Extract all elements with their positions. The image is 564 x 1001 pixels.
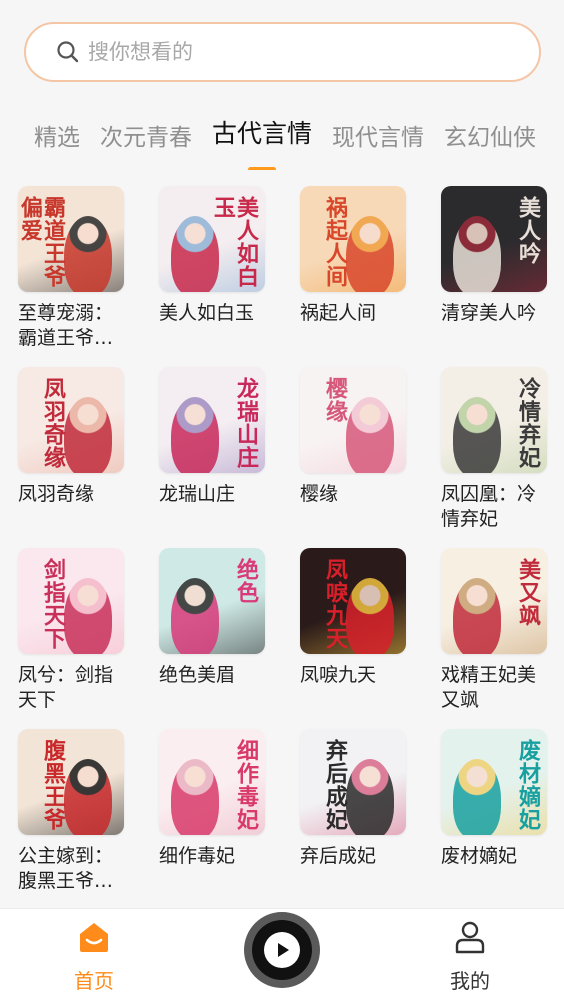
book-title[interactable]: 绝色美眉: [159, 663, 267, 688]
book-cover[interactable]: 剑指天下: [18, 548, 124, 654]
cover-title-art: 绝色: [233, 558, 259, 604]
book-title[interactable]: 废材嫡妃: [441, 844, 549, 869]
book-item[interactable]: 美人吟清穿美人吟: [441, 186, 547, 367]
book-item[interactable]: 美人如白玉 美人如白玉: [159, 186, 265, 367]
cover-figure-illustration: [346, 216, 394, 292]
book-item[interactable]: 龙瑞山庄 龙瑞山庄: [159, 367, 265, 548]
book-item[interactable]: 凤唳九天 凤唳九天: [300, 548, 406, 729]
book-item[interactable]: 废材嫡妃 废材嫡妃: [441, 729, 547, 910]
cover-figure-illustration: [64, 397, 112, 473]
tab-2[interactable]: 古代言情: [212, 110, 312, 150]
home-icon: [80, 923, 108, 952]
cover-title-art: 龙瑞山庄: [233, 377, 259, 469]
cover-figure-illustration: [171, 578, 219, 654]
cover-title-art: 细作毒妃: [233, 739, 259, 831]
book-title[interactable]: 樱缘: [300, 482, 408, 507]
tab-0[interactable]: 精选: [34, 110, 80, 152]
cover-figure-illustration: [64, 216, 112, 292]
book-title[interactable]: 美人如白玉: [159, 301, 267, 326]
cover-title-art: 废材嫡妃: [515, 739, 541, 831]
cover-title-art: 弃后成妃: [322, 739, 348, 831]
book-cover[interactable]: 霸道王爷偏爱: [18, 186, 124, 292]
book-item[interactable]: 樱缘 樱缘: [300, 367, 406, 548]
book-item[interactable]: 绝色绝色美眉: [159, 548, 265, 729]
nav-home[interactable]: 首页: [44, 919, 144, 994]
book-cover[interactable]: 美又飒: [441, 548, 547, 654]
book-cover[interactable]: 细作毒妃: [159, 729, 265, 835]
book-cover[interactable]: 冷情弃妃: [441, 367, 547, 473]
book-cover[interactable]: 祸起人间: [300, 186, 406, 292]
tab-4[interactable]: 玄幻仙侠: [444, 110, 536, 152]
book-title[interactable]: 公主嫁到：腹黑王爷…: [18, 844, 126, 894]
book-title[interactable]: 凤唳九天: [300, 663, 408, 688]
search-input[interactable]: [88, 40, 488, 64]
book-title[interactable]: 凤兮：剑指天下: [18, 663, 126, 713]
cover-title-art: 祸起人间: [322, 196, 348, 288]
book-item[interactable]: 腹黑王爷公主嫁到：腹黑王爷…: [18, 729, 124, 910]
book-title[interactable]: 细作毒妃: [159, 844, 267, 869]
cover-figure-illustration: [453, 216, 501, 292]
book-cover[interactable]: 美人如白玉: [159, 186, 265, 292]
nav-mine-label: 我的: [450, 969, 490, 993]
cover-figure-illustration: [64, 578, 112, 654]
cover-title-art: 美人吟: [515, 196, 541, 265]
nav-home-label: 首页: [74, 969, 114, 993]
book-cover[interactable]: 废材嫡妃: [441, 729, 547, 835]
search-icon: [57, 41, 79, 63]
book-grid: 霸道王爷偏爱 至尊宠溺：霸道王爷… 美人如白玉 美人如白玉 祸起人间 祸起人间 美人吟 清穿美…: [18, 186, 553, 910]
audio-player-button[interactable]: [244, 912, 320, 988]
book-title[interactable]: 凤囚凰：冷情弃妃: [441, 482, 549, 532]
cover-figure-illustration: [346, 759, 394, 835]
search-bar[interactable]: [24, 22, 541, 82]
cover-figure-illustration: [346, 397, 394, 473]
book-title[interactable]: 龙瑞山庄: [159, 482, 267, 507]
book-cover[interactable]: 龙瑞山庄: [159, 367, 265, 473]
cover-title-art: 美人如白玉: [209, 196, 259, 288]
cover-figure-illustration: [171, 759, 219, 835]
book-cover[interactable]: 樱缘: [300, 367, 406, 473]
book-cover[interactable]: 腹黑王爷: [18, 729, 124, 835]
book-item[interactable]: 凤羽奇缘 凤羽奇缘: [18, 367, 124, 548]
book-title[interactable]: 至尊宠溺：霸道王爷…: [18, 301, 126, 351]
book-item[interactable]: 霸道王爷偏爱至尊宠溺：霸道王爷…: [18, 186, 124, 367]
cover-figure-illustration: [453, 397, 501, 473]
book-cover[interactable]: 凤唳九天: [300, 548, 406, 654]
book-cover[interactable]: 弃后成妃: [300, 729, 406, 835]
nav-mine[interactable]: 我的: [420, 919, 520, 994]
tab-3[interactable]: 现代言情: [332, 110, 424, 152]
cover-title-art: 腹黑王爷: [40, 739, 66, 831]
book-title[interactable]: 祸起人间: [300, 301, 408, 326]
cover-title-art: 樱缘: [322, 377, 348, 423]
book-item[interactable]: 细作毒妃 细作毒妃: [159, 729, 265, 910]
cover-title-art: 剑指天下: [40, 558, 66, 650]
cover-title-art: 凤唳九天: [322, 558, 348, 650]
book-title[interactable]: 弃后成妃: [300, 844, 408, 869]
tab-1[interactable]: 次元青春: [100, 110, 192, 152]
book-item[interactable]: 剑指天下凤兮：剑指天下: [18, 548, 124, 729]
book-item[interactable]: 冷情弃妃凤囚凰：冷情弃妃: [441, 367, 547, 548]
book-cover[interactable]: 凤羽奇缘: [18, 367, 124, 473]
book-item[interactable]: 美又飒戏精王妃美又飒: [441, 548, 547, 729]
book-cover[interactable]: 美人吟: [441, 186, 547, 292]
user-icon: [455, 921, 485, 954]
cover-figure-illustration: [64, 759, 112, 835]
book-cover[interactable]: 绝色: [159, 548, 265, 654]
book-title[interactable]: 清穿美人吟: [441, 301, 549, 326]
category-tabs: 精选 次元青春 古代言情 现代言情 玄幻仙侠: [0, 110, 541, 170]
book-title[interactable]: 凤羽奇缘: [18, 482, 126, 507]
cover-figure-illustration: [453, 578, 501, 654]
cover-title-art: 美又飒: [515, 558, 541, 627]
book-item[interactable]: 弃后成妃 弃后成妃: [300, 729, 406, 910]
book-title[interactable]: 戏精王妃美又飒: [441, 663, 549, 713]
cover-figure-illustration: [346, 578, 394, 654]
cover-title-art: 凤羽奇缘: [40, 377, 66, 469]
cover-figure-illustration: [171, 397, 219, 473]
cover-title-art: 冷情弃妃: [515, 377, 541, 469]
book-item[interactable]: 祸起人间 祸起人间: [300, 186, 406, 367]
cover-figure-illustration: [453, 759, 501, 835]
player-disc-outer: [252, 920, 312, 980]
cover-title-art: 霸道王爷偏爱: [18, 196, 66, 288]
play-icon: [264, 932, 300, 968]
